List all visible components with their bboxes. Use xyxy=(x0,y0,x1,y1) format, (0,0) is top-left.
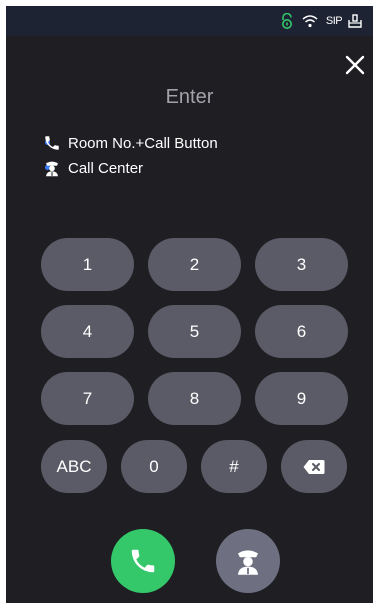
key-1[interactable]: 1 xyxy=(41,238,134,291)
hint-room-call: Room No.+Call Button xyxy=(42,133,218,153)
key-9[interactable]: 9 xyxy=(255,372,348,425)
wifi-icon xyxy=(302,13,318,29)
key-abc[interactable]: ABC xyxy=(41,440,107,493)
guard-icon xyxy=(42,158,62,178)
close-button[interactable] xyxy=(342,52,368,78)
key-2[interactable]: 2 xyxy=(148,238,241,291)
page-title: Enter xyxy=(165,86,214,108)
phone-icon xyxy=(42,133,62,153)
storage-icon xyxy=(347,13,363,29)
key-4[interactable]: 4 xyxy=(41,305,134,358)
key-6[interactable]: 6 xyxy=(255,305,348,358)
key-hash[interactable]: # xyxy=(201,440,267,493)
key-8[interactable]: 8 xyxy=(148,372,241,425)
backspace-button[interactable] xyxy=(281,440,347,493)
key-7[interactable]: 7 xyxy=(41,372,134,425)
backspace-icon xyxy=(303,459,325,474)
close-icon xyxy=(345,55,365,75)
key-5[interactable]: 5 xyxy=(148,305,241,358)
hint-call-center: Call Center xyxy=(42,158,143,178)
intercom-screen: SIP Enter Room No.+Call Button Call Cent… xyxy=(6,6,373,603)
sip-text: SIP xyxy=(325,15,343,27)
guard-icon xyxy=(238,550,258,575)
status-bar: SIP xyxy=(6,6,373,36)
hint-text: Call Center xyxy=(68,159,144,177)
unlock-icon xyxy=(280,13,294,29)
hint-text: Room No.+Call Button xyxy=(68,134,218,152)
call-center-button[interactable] xyxy=(216,529,280,593)
phone-icon xyxy=(131,549,155,573)
key-3[interactable]: 3 xyxy=(255,238,348,291)
sip-icon: SIP xyxy=(324,13,344,29)
call-button[interactable] xyxy=(111,529,175,593)
key-0[interactable]: 0 xyxy=(121,440,187,493)
